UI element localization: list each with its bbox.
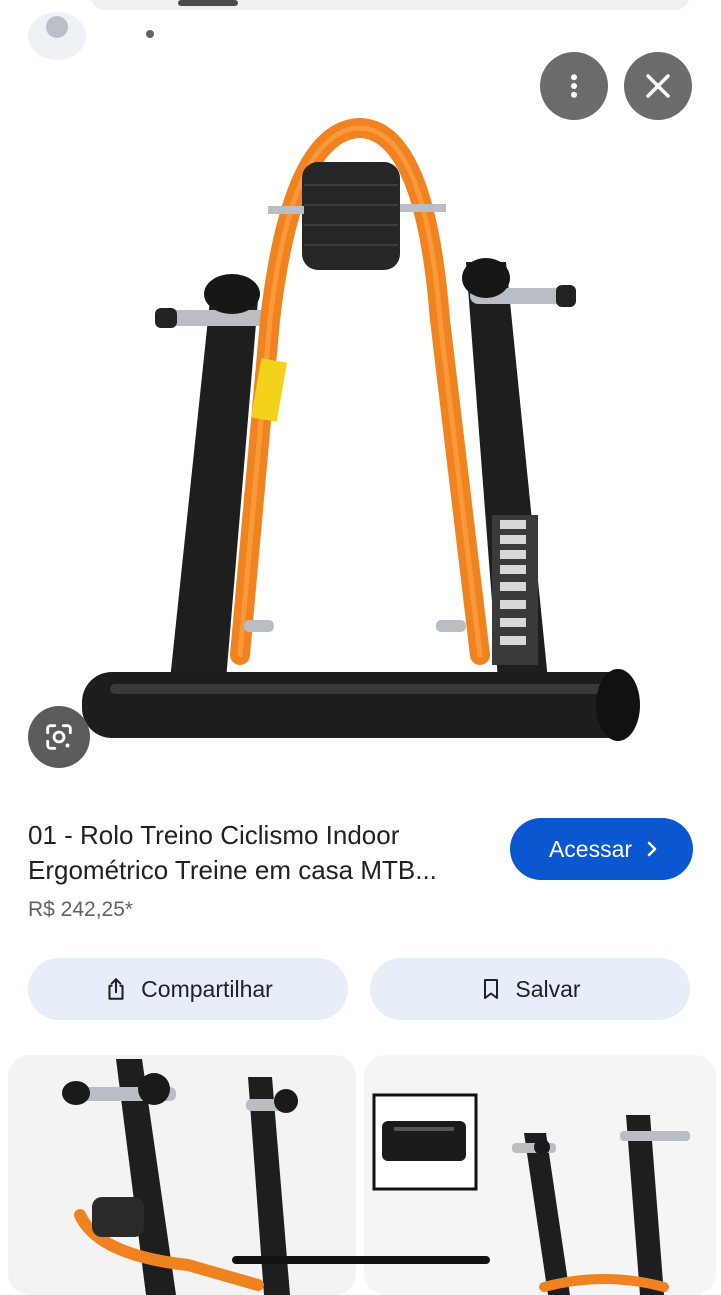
save-button-label: Salvar bbox=[515, 975, 581, 1002]
product-price: R$ 242,25* bbox=[28, 898, 134, 921]
home-indicator[interactable] bbox=[232, 1256, 490, 1264]
visit-button[interactable]: Acessar bbox=[510, 818, 693, 880]
share-button-label: Compartilhar bbox=[141, 975, 273, 1002]
product-image[interactable] bbox=[0, 100, 721, 780]
chevron-right-icon bbox=[647, 841, 657, 857]
resistance-roller bbox=[302, 162, 400, 270]
more-vert-icon bbox=[571, 74, 577, 98]
product-title[interactable]: 01 - Rolo Treino Ciclismo Indoor Ergomét… bbox=[28, 818, 488, 888]
right-knob bbox=[462, 258, 510, 298]
google-lens-button[interactable] bbox=[28, 706, 90, 768]
search-bar-thumbnail bbox=[178, 0, 238, 6]
left-knob bbox=[204, 274, 260, 314]
share-button[interactable]: Compartilhar bbox=[28, 958, 348, 1020]
source-favicon bbox=[28, 12, 86, 60]
share-icon bbox=[108, 978, 124, 1000]
search-bar-remnant[interactable] bbox=[90, 0, 690, 10]
save-button[interactable]: Salvar bbox=[370, 958, 690, 1020]
bookmark-icon bbox=[484, 979, 499, 999]
google-lens-icon bbox=[46, 724, 72, 750]
source-name-fragment bbox=[146, 30, 154, 38]
close-icon bbox=[646, 74, 670, 98]
trainer-base-tube bbox=[82, 672, 638, 738]
visit-button-label: Acessar bbox=[548, 835, 633, 862]
